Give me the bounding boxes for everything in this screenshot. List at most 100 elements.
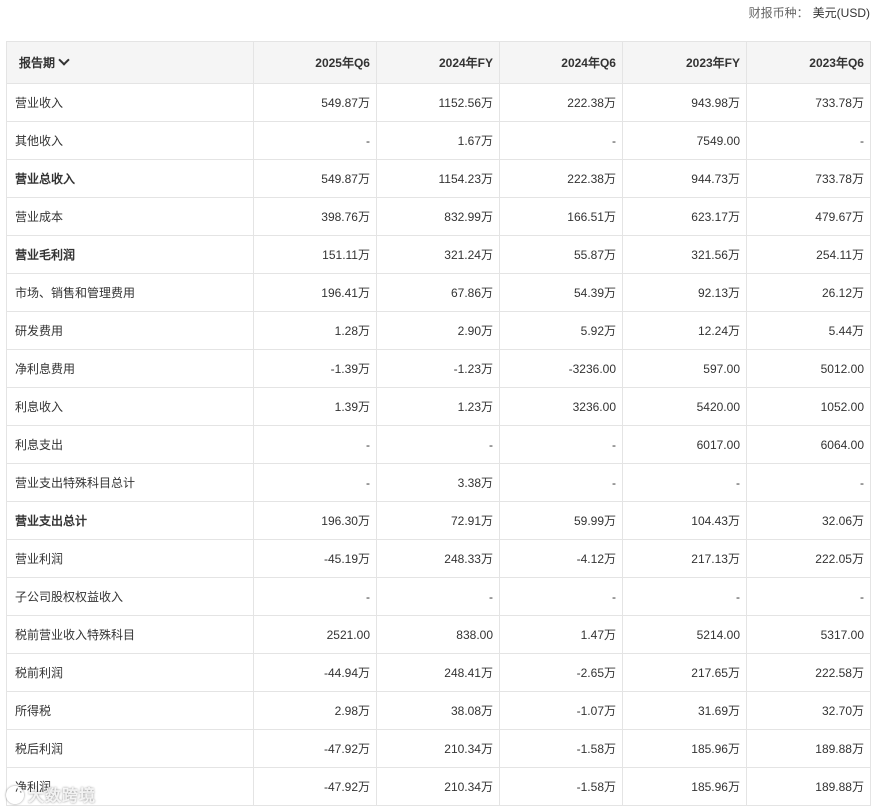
table-cell: 1.39万 <box>253 387 377 426</box>
table-cell: 72.91万 <box>376 501 500 540</box>
period-sort-header[interactable]: 报告期 <box>6 41 254 84</box>
table-cell: 185.96万 <box>622 767 747 806</box>
row-label: 营业支出特殊科目总计 <box>6 463 254 502</box>
table-cell: -1.58万 <box>499 767 623 806</box>
table-cell: 196.30万 <box>253 501 377 540</box>
table-cell: 1052.00 <box>746 387 871 426</box>
table-cell: -45.19万 <box>253 539 377 578</box>
table-cell: - <box>499 425 623 464</box>
table-cell: 944.73万 <box>622 159 747 198</box>
row-label: 营业收入 <box>6 83 254 122</box>
table-cell: 479.67万 <box>746 197 871 236</box>
row-label: 所得税 <box>6 691 254 730</box>
table-cell: - <box>499 577 623 616</box>
table-cell: 248.33万 <box>376 539 500 578</box>
table-row: 其他收入 -1.67万 -7549.00- <box>6 121 871 160</box>
table-cell: 31.69万 <box>622 691 747 730</box>
table-cell: 321.24万 <box>376 235 500 274</box>
table-row: 营业总收入 549.87万 1154.23万 222.38万 944.73万 733.78… <box>6 159 871 198</box>
table-cell: 2.98万 <box>253 691 377 730</box>
table-row: 所得税 2.98万 38.08万 -1.07万 31.69万 32.70万 <box>6 691 871 730</box>
table-cell: 5420.00 <box>622 387 747 426</box>
table-cell: 1154.23万 <box>376 159 500 198</box>
table-cell: -1.39万 <box>253 349 377 388</box>
table-cell: 185.96万 <box>622 729 747 768</box>
table-cell: 1.67万 <box>376 121 500 160</box>
table-cell: 196.41万 <box>253 273 377 312</box>
table-cell: 38.08万 <box>376 691 500 730</box>
table-row: 营业成本 398.76万 832.99万 166.51万 623.17万 479.67万 <box>6 197 871 236</box>
table-cell: - <box>253 121 377 160</box>
financial-table: 报告期 2025年Q6 2024年FY 2024年Q6 2023年FY 2023… <box>6 41 871 806</box>
table-cell: - <box>746 577 871 616</box>
table-cell: 189.88万 <box>746 729 871 768</box>
table-row: 营业支出特殊科目总计 -3.38万 - - - <box>6 463 871 502</box>
row-label: 营业毛利润 <box>6 235 254 274</box>
table-cell: 5012.00 <box>746 349 871 388</box>
table-cell: - <box>253 463 377 502</box>
table-cell: 222.38万 <box>499 159 623 198</box>
chevron-down-icon[interactable] <box>58 54 70 66</box>
table-cell: 2.90万 <box>376 311 500 350</box>
table-cell: 222.05万 <box>746 539 871 578</box>
table-cell: 7549.00 <box>622 121 747 160</box>
table-cell: - <box>499 121 623 160</box>
table-row: 净利润 -47.92万 210.34万 -1.58万 185.96万 189.88万 <box>6 767 871 806</box>
table-row: 利息支出 - - -6017.00 6064.00 <box>6 425 871 464</box>
table-cell: 59.99万 <box>499 501 623 540</box>
table-cell: 832.99万 <box>376 197 500 236</box>
table-cell: -44.94万 <box>253 653 377 692</box>
table-cell: -3236.00 <box>499 349 623 388</box>
table-cell: 321.56万 <box>622 235 747 274</box>
table-cell: 5.92万 <box>499 311 623 350</box>
column-header: 2023年Q6 <box>746 41 871 84</box>
table-cell: 55.87万 <box>499 235 623 274</box>
table-cell: 222.58万 <box>746 653 871 692</box>
table-header-row: 报告期 2025年Q6 2024年FY 2024年Q6 2023年FY 2023… <box>6 41 871 84</box>
table-cell: 5214.00 <box>622 615 747 654</box>
table-cell: 92.13万 <box>622 273 747 312</box>
table-cell: 222.38万 <box>499 83 623 122</box>
table-row: 营业毛利润 151.11万 321.24万 55.87万 321.56万 254.11万 <box>6 235 871 274</box>
currency-value: 美元(USD) <box>812 6 870 20</box>
table-cell: 217.65万 <box>622 653 747 692</box>
column-header: 2024年Q6 <box>499 41 623 84</box>
watermark: 大数跨境 <box>6 782 96 806</box>
table-cell: - <box>376 577 500 616</box>
table-cell: 67.86万 <box>376 273 500 312</box>
table-cell: 166.51万 <box>499 197 623 236</box>
column-header: 2023年FY <box>622 41 747 84</box>
table-cell: 5317.00 <box>746 615 871 654</box>
table-cell: -1.07万 <box>499 691 623 730</box>
table-cell: - <box>499 463 623 502</box>
table-cell: - <box>253 577 377 616</box>
row-label: 净利息费用 <box>6 349 254 388</box>
row-label: 营业利润 <box>6 539 254 578</box>
table-cell: 1152.56万 <box>376 83 500 122</box>
row-label: 利息收入 <box>6 387 254 426</box>
table-cell: - <box>622 463 747 502</box>
row-label: 市场、销售和管理费用 <box>6 273 254 312</box>
table-cell: 1.23万 <box>376 387 500 426</box>
table-cell: 3236.00 <box>499 387 623 426</box>
table-cell: 597.00 <box>622 349 747 388</box>
table-row: 营业利润 -45.19万 248.33万 -4.12万 217.13万 222.05万 <box>6 539 871 578</box>
table-cell: -47.92万 <box>253 767 377 806</box>
table-row: 营业支出总计 196.30万 72.91万 59.99万 104.43万 32.06万 <box>6 501 871 540</box>
table-cell: 1.28万 <box>253 311 377 350</box>
row-label: 研发费用 <box>6 311 254 350</box>
row-label: 利息支出 <box>6 425 254 464</box>
table-cell: 943.98万 <box>622 83 747 122</box>
table-cell: 254.11万 <box>746 235 871 274</box>
table-cell: 217.13万 <box>622 539 747 578</box>
table-cell: 210.34万 <box>376 767 500 806</box>
row-label: 营业成本 <box>6 197 254 236</box>
table-cell: 32.06万 <box>746 501 871 540</box>
table-row: 研发费用 1.28万 2.90万 5.92万 12.24万 5.44万 <box>6 311 871 350</box>
row-label: 营业支出总计 <box>6 501 254 540</box>
table-cell: 151.11万 <box>253 235 377 274</box>
table-cell: - <box>376 425 500 464</box>
table-row: 营业收入 549.87万 1152.56万 222.38万 943.98万 733.78万 <box>6 83 871 122</box>
row-label: 其他收入 <box>6 121 254 160</box>
watermark-logo-icon <box>6 786 24 804</box>
